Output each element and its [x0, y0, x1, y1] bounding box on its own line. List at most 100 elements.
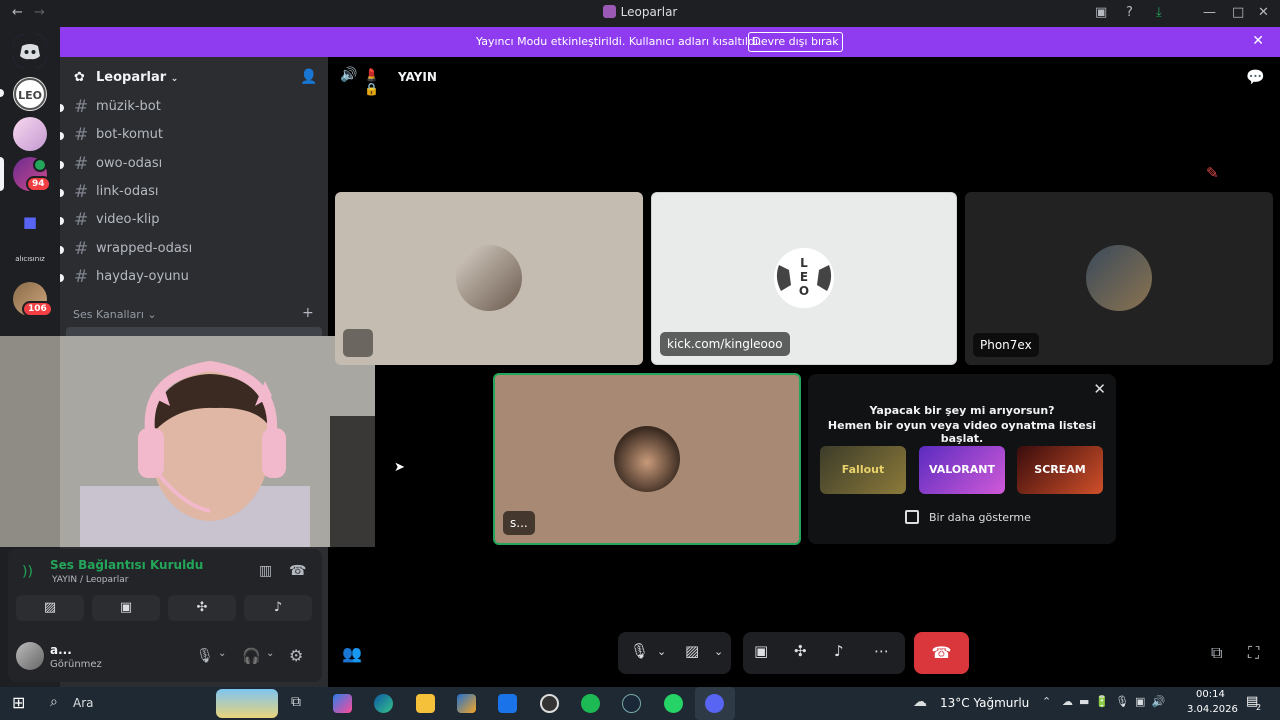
channel-item[interactable]: # link-odası — [60, 180, 328, 204]
windows-start-icon[interactable]: ⊞ — [12, 693, 25, 712]
channel-item[interactable]: # hayday-oyunu — [60, 265, 328, 289]
weather-icon: ☁ — [913, 694, 927, 710]
camera-off-icon[interactable]: ▨ — [685, 642, 699, 660]
clock-time: 00:14 — [1196, 689, 1225, 700]
activities-icon[interactable]: ✣ — [794, 642, 807, 660]
task-view-icon[interactable]: ⧉ — [291, 694, 301, 710]
chevron-down-icon[interactable]: ⌄ — [714, 645, 723, 658]
banner-close-icon[interactable]: ✕ — [1252, 33, 1264, 49]
mention-badge: 94 — [26, 176, 51, 192]
folder-icon[interactable]: ■ — [13, 205, 47, 239]
invite-user-icon[interactable]: 👥 — [342, 644, 362, 663]
microphone-icon[interactable]: 🎙 — [196, 648, 214, 664]
screen-share-button[interactable]: ▣ — [92, 595, 160, 621]
voice-category[interactable]: Ses Kanalları ⌄ — [73, 308, 157, 321]
spotify-icon[interactable] — [581, 694, 600, 713]
more-options-icon[interactable]: ⋯ — [874, 642, 889, 660]
channel-item[interactable]: # owo-odası — [60, 152, 328, 176]
channel-name: wrapped-odası — [96, 241, 193, 256]
download-icon[interactable]: ⤓ — [1156, 5, 1162, 20]
activities-button[interactable]: ✣ — [168, 595, 236, 621]
camera-off-icon: ▨ — [43, 600, 57, 615]
search-icon[interactable]: ⌕ — [50, 694, 58, 710]
game-card-valorant[interactable]: VALORANT — [919, 446, 1005, 494]
server-name[interactable]: Leoparlar ⌄ — [96, 70, 178, 85]
whatsapp-icon[interactable] — [664, 694, 683, 713]
camera-toggle-button[interactable]: ▨ — [16, 595, 84, 621]
microphone-icon[interactable]: 🎙 — [630, 642, 649, 660]
avatar[interactable] — [16, 642, 44, 670]
close-icon[interactable]: ✕ — [1093, 380, 1106, 398]
window-title: Leoparlar — [0, 5, 1280, 19]
notification-count: 2 — [1256, 703, 1262, 712]
weather-text[interactable]: 13°C Yağmurlu — [940, 696, 1029, 710]
channel-name: owo-odası — [96, 156, 163, 171]
steam-icon[interactable] — [622, 694, 641, 713]
add-user-icon[interactable]: 👤 — [300, 69, 317, 85]
server-icon — [602, 5, 616, 18]
participant-tile-speaking[interactable]: s... — [493, 373, 801, 545]
app-icon[interactable] — [540, 694, 559, 713]
username[interactable]: a... — [50, 643, 72, 657]
disconnect-icon[interactable]: ☎ — [289, 563, 306, 579]
store-icon[interactable] — [457, 694, 476, 713]
chevron-down-icon[interactable]: ⌄ — [657, 645, 666, 658]
copilot-icon[interactable] — [333, 694, 352, 713]
edge-icon[interactable] — [374, 694, 393, 713]
chevron-down-icon[interactable]: ⌄ — [266, 648, 274, 659]
svg-text:O: O — [799, 284, 809, 298]
leave-call-button[interactable]: ☎ — [914, 632, 969, 674]
user-status: Görünmez — [50, 659, 102, 670]
channel-item[interactable]: # müzik-bot — [60, 95, 328, 119]
selected-pill — [0, 157, 4, 191]
voice-status[interactable]: Ses Bağlantısı Kuruldu — [50, 558, 203, 572]
participant-label: Phon7ex — [973, 333, 1039, 357]
channel-item[interactable]: # video-klip — [60, 208, 328, 232]
voice-connection-panel: )) Ses Bağlantısı Kuruldu YAYIN / Leopar… — [8, 549, 322, 634]
game-card-fallout[interactable]: Fallout — [820, 446, 906, 494]
soundboard-icon[interactable]: ♪ — [834, 642, 844, 660]
chat-bubble-icon[interactable]: 💬 — [1246, 68, 1265, 86]
avatar: LEO — [771, 245, 837, 311]
participant-tile[interactable]: Phon7ex — [965, 192, 1273, 365]
channel-item[interactable]: # bot-komut — [60, 123, 328, 147]
discord-home-icon[interactable] — [13, 34, 47, 68]
game-card-scream[interactable]: SCREAM — [1017, 446, 1103, 494]
guild-anime-icon[interactable] — [13, 117, 47, 151]
noise-suppression-icon[interactable]: ▥ — [259, 563, 272, 579]
voice-location[interactable]: YAYIN / Leoparlar — [52, 575, 128, 585]
soundboard-icon: ♪ — [273, 600, 283, 615]
hash-icon: # — [74, 154, 89, 174]
add-channel-icon[interactable]: + — [302, 305, 314, 321]
mail-icon[interactable] — [498, 694, 517, 713]
inbox-icon[interactable]: ▣ — [1095, 5, 1107, 20]
minimize-icon[interactable]: — — [1203, 5, 1216, 20]
file-explorer-icon[interactable] — [416, 694, 435, 713]
streamer-mode-banner: Yayıncı Modu etkinleştirildi. Kullanıcı … — [60, 27, 1280, 57]
chevron-down-icon[interactable]: ⌄ — [218, 648, 226, 659]
channel-item[interactable]: # wrapped-odası — [60, 237, 328, 261]
server-badge-icon: ✿ — [74, 70, 85, 85]
participant-tile[interactable]: LEO kick.com/kingleooo — [651, 192, 957, 365]
unread-indicator — [60, 132, 64, 140]
soundboard-button[interactable]: ♪ — [244, 595, 312, 621]
system-tray-icons[interactable]: ☁▬🔋🎙▣🔊 — [1062, 695, 1171, 708]
participant-tile[interactable] — [335, 192, 643, 365]
screen-share-icon[interactable]: ▣ — [754, 642, 768, 660]
fullscreen-icon[interactable]: ⛶ — [1248, 643, 1259, 663]
close-window-icon[interactable]: ✕ — [1258, 5, 1269, 20]
speaker-icon: 🔊 — [340, 67, 358, 83]
guild-text-icon[interactable]: alıcısınız — [13, 242, 47, 276]
popout-icon[interactable]: ⧉ — [1211, 643, 1222, 663]
settings-gear-icon[interactable]: ⚙ — [289, 646, 303, 665]
disable-streamer-mode-button[interactable]: Devre dışı bırak — [748, 32, 843, 52]
discord-taskbar-icon[interactable] — [705, 694, 724, 713]
tray-chevron-icon[interactable]: ⌃ — [1042, 695, 1051, 708]
taskbar-search[interactable]: Ara — [73, 696, 94, 710]
help-icon[interactable]: ? — [1126, 5, 1133, 20]
maximize-icon[interactable]: □ — [1232, 5, 1244, 20]
headphones-icon[interactable]: 🎧 — [242, 647, 261, 665]
channel-name: link-odası — [96, 184, 159, 199]
dont-show-checkbox[interactable] — [905, 510, 919, 524]
guild-leo-icon[interactable]: LEO — [13, 77, 47, 111]
